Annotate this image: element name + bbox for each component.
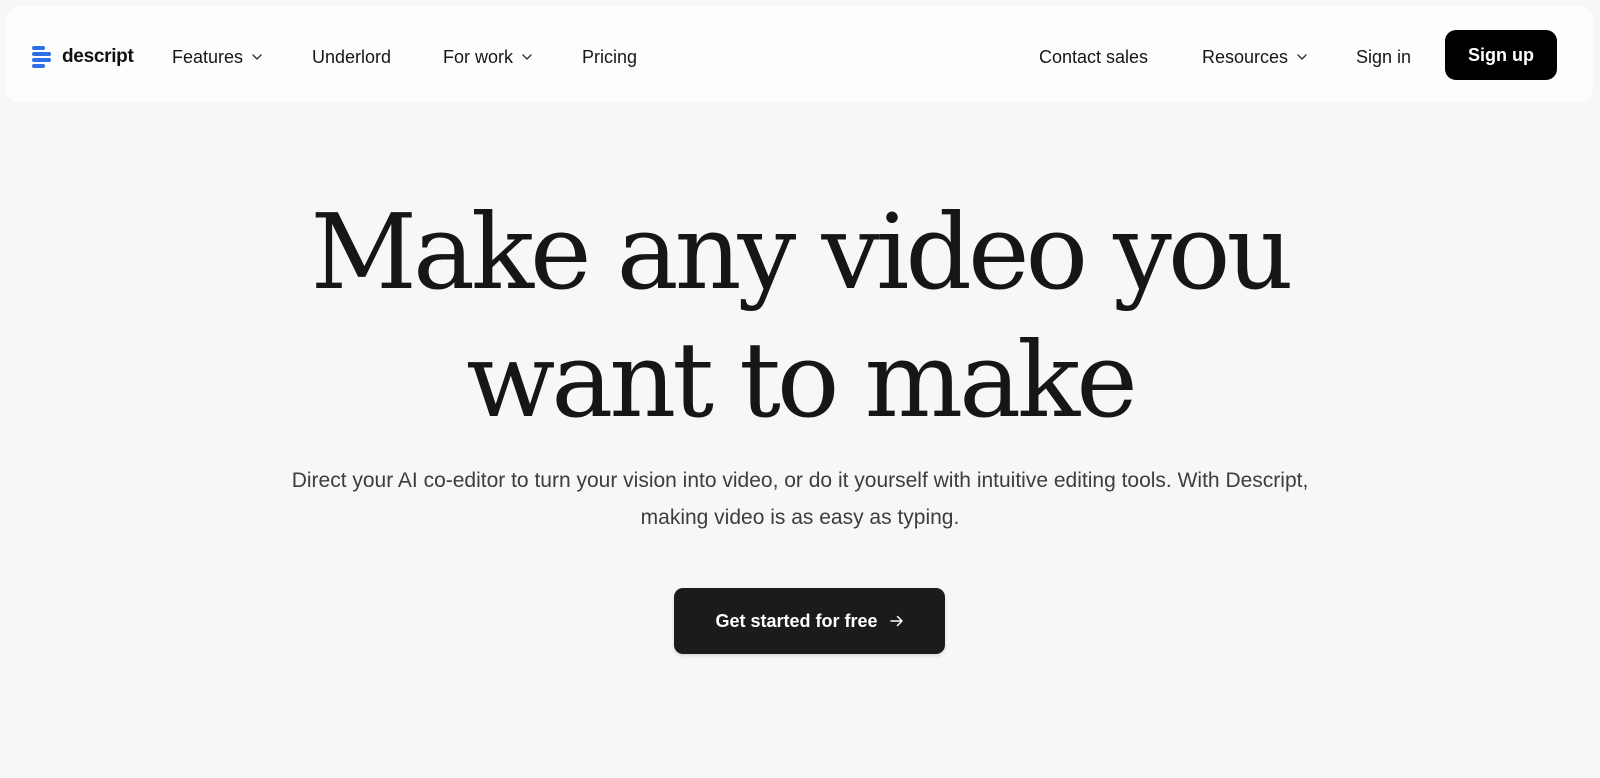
logo-text: descript [62,46,134,67]
nav-contact-sales-label: Contact sales [1039,46,1149,67]
hero-title: Make any video you want to make [0,188,1600,444]
page: descript Features Underlord For work Pri… [0,0,1600,778]
chevron-down-icon [252,54,262,60]
sign-in-label: Sign in [1356,46,1412,67]
get-started-label: Get started for free [715,610,878,631]
top-navbar: descript Features Underlord For work Pri… [6,6,1593,103]
nav-pricing[interactable]: Pricing [582,44,637,70]
hero-subtitle: Direct your AI co-editor to turn your vi… [291,469,1309,529]
hero-title-line-2: want to make [466,319,1138,441]
nav-features-label: Features [172,46,244,67]
get-started-button[interactable]: Get started for free [674,588,945,654]
nav-underlord-label: Underlord [312,46,392,67]
nav-for-work-label: For work [443,46,514,67]
nav-underlord[interactable]: Underlord [312,44,391,70]
arrow-right-icon [889,615,903,627]
nav-resources[interactable]: Resources [1202,44,1307,70]
logo-link[interactable]: descript [32,46,134,68]
sign-up-button[interactable]: Sign up [1445,30,1557,80]
hero-title-line-1: Make any video you [310,191,1293,313]
sign-in-link[interactable]: Sign in [1356,44,1411,70]
chevron-down-icon [522,54,532,60]
sign-up-label: Sign up [1468,44,1534,65]
nav-resources-label: Resources [1202,46,1289,67]
chevron-down-icon [1297,54,1307,60]
nav-contact-sales[interactable]: Contact sales [1039,44,1148,70]
descript-logo-icon [32,46,51,68]
nav-for-work[interactable]: For work [443,44,532,70]
nav-features[interactable]: Features [172,44,262,70]
nav-pricing-label: Pricing [582,46,638,67]
